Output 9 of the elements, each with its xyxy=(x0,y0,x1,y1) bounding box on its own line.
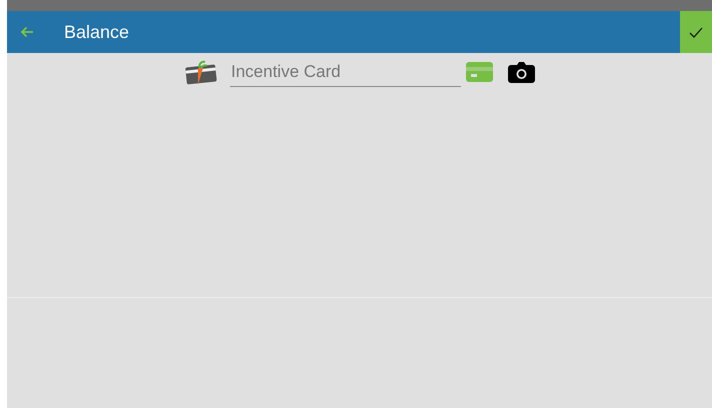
camera-button[interactable] xyxy=(508,61,535,83)
camera-icon xyxy=(508,61,535,83)
card-number-field[interactable]: Incentive Card xyxy=(230,57,461,87)
card-button[interactable] xyxy=(466,62,493,82)
back-arrow-icon xyxy=(20,26,34,38)
screen-title: Balance xyxy=(64,20,130,44)
credit-card-icon xyxy=(466,62,493,82)
confirm-button[interactable] xyxy=(680,11,712,53)
checkmark-icon xyxy=(689,26,703,38)
